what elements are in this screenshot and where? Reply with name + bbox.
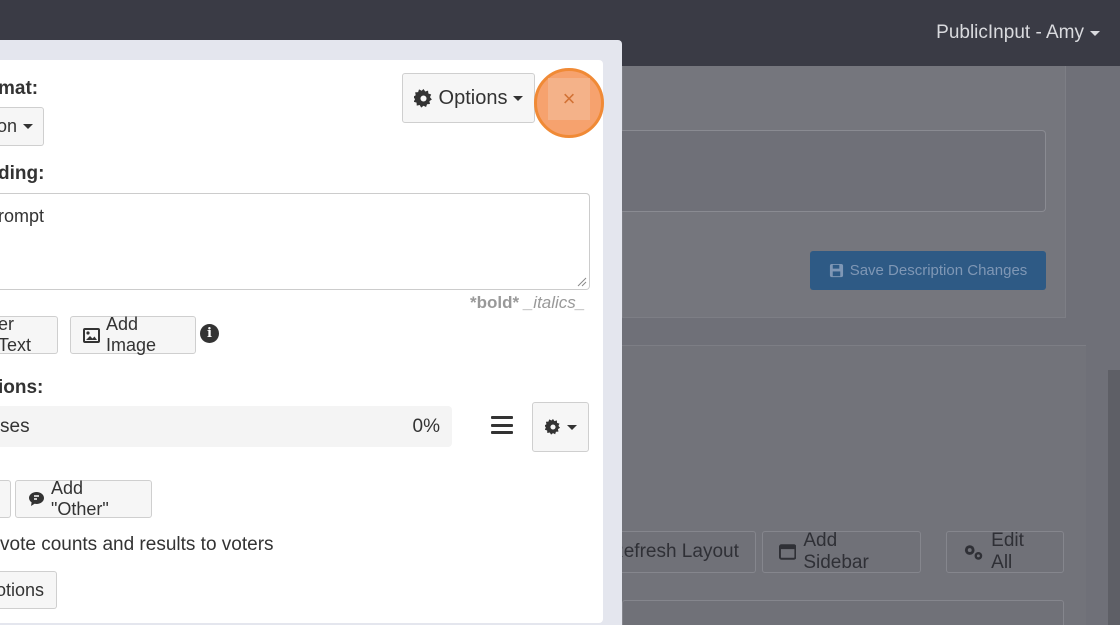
add-option-button[interactable]: [0, 480, 11, 518]
save-description-button[interactable]: Save Description Changes: [810, 251, 1046, 290]
info-icon[interactable]: i: [200, 324, 219, 343]
scrollbar[interactable]: [1108, 370, 1120, 625]
add-image-label: Add Image: [106, 314, 157, 355]
add-image-button[interactable]: Add Image: [70, 314, 196, 355]
image-icon: [83, 327, 100, 343]
close-button[interactable]: ×: [548, 78, 590, 120]
add-sidebar-label: Add Sidebar: [803, 530, 869, 573]
options-label: Options: [438, 86, 508, 109]
options-dropdown-button[interactable]: Options: [402, 73, 535, 123]
format-label: mat:: [0, 78, 39, 99]
resize-grip-icon[interactable]: [577, 277, 587, 287]
refresh-layout-button[interactable]: Refresh Layout: [600, 531, 756, 573]
save-description-label: Save Description Changes: [849, 262, 1028, 279]
markdown-bold-hint: *bold*: [470, 293, 520, 312]
gear-icon: [544, 419, 560, 435]
other-text-button[interactable]: er Text: [0, 314, 58, 355]
heading-textarea-value: rompt: [0, 206, 45, 226]
save-icon: [829, 263, 843, 278]
edit-all-button[interactable]: Edit All: [946, 530, 1064, 573]
heading-label: ding:: [0, 163, 45, 184]
gears-icon: [964, 545, 983, 560]
option-item-percent: 0%: [412, 415, 440, 437]
caret-down-icon: [566, 424, 577, 430]
comment-icon: [29, 492, 44, 506]
other-text-label: er Text: [0, 314, 32, 355]
refresh-layout-label: Refresh Layout: [610, 541, 739, 562]
close-icon: ×: [562, 86, 576, 111]
caret-down-icon: [23, 124, 33, 129]
markdown-italics-hint: _italics_: [523, 293, 586, 312]
layout-panel: [622, 345, 1086, 625]
markdown-hint: *bold* _italics_: [470, 293, 585, 313]
option-item-label: ses: [0, 415, 30, 437]
vote-visibility-text: vote counts and results to voters: [0, 534, 274, 555]
options-section-label: ions:: [0, 377, 44, 398]
option-settings-button[interactable]: [532, 402, 589, 452]
question-editor-modal: mat: on Options × ding: rompt *bold* _it…: [0, 60, 604, 623]
user-menu[interactable]: PublicInput - Amy: [936, 22, 1100, 44]
heading-textarea[interactable]: rompt: [0, 193, 590, 290]
format-value: on: [0, 116, 17, 136]
layout-row: [622, 600, 1064, 625]
gear-icon: [413, 88, 432, 108]
option-item[interactable]: ses 0%: [0, 406, 452, 447]
add-sidebar-button[interactable]: Add Sidebar: [762, 530, 921, 573]
format-dropdown[interactable]: on: [0, 107, 44, 146]
info-icon-glyph: i: [207, 326, 212, 341]
more-options-label: otions: [0, 579, 44, 600]
more-options-button[interactable]: otions: [0, 571, 57, 609]
add-other-label: Add "Other": [51, 478, 109, 519]
add-other-button[interactable]: Add "Other": [15, 478, 152, 519]
description-textarea[interactable]: [622, 130, 1046, 212]
drag-handle-icon[interactable]: [491, 416, 513, 434]
edit-all-label: Edit All: [991, 530, 1024, 573]
caret-down-icon: [1090, 30, 1100, 36]
user-menu-label: PublicInput - Amy: [936, 22, 1084, 43]
caret-down-icon: [513, 95, 524, 101]
sidebar-icon: [779, 544, 797, 560]
